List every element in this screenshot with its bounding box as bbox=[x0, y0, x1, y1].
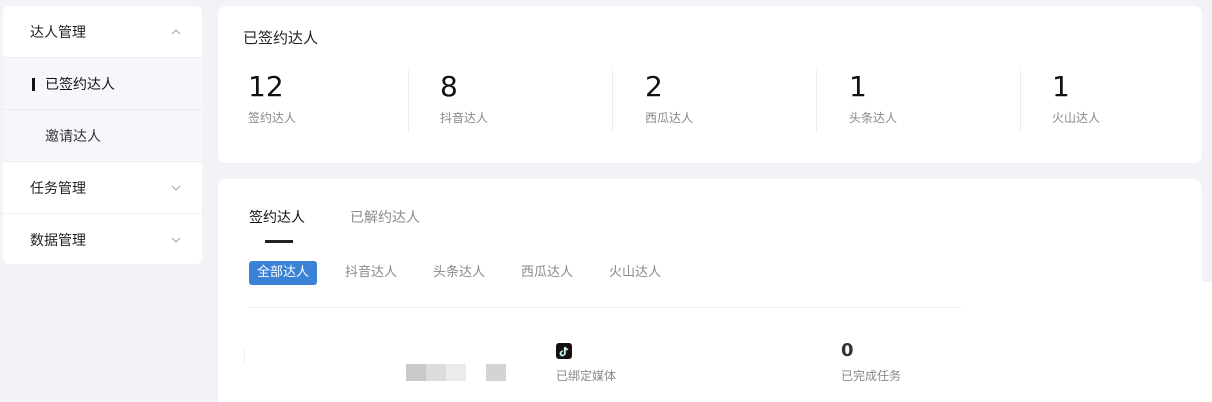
tab-signed-talent[interactable]: 签约达人 bbox=[249, 207, 305, 227]
completed-tasks-value: 0 bbox=[841, 340, 854, 361]
bound-media-label: 已绑定媒体 bbox=[556, 369, 617, 383]
filter-toutiao-talent[interactable]: 头条达人 bbox=[425, 261, 493, 285]
stat-value: 8 bbox=[440, 70, 458, 103]
stat-label: 西瓜达人 bbox=[645, 111, 694, 125]
sidebar-group-task-management[interactable]: 任务管理 bbox=[3, 162, 202, 214]
divider bbox=[612, 70, 613, 132]
stat-label: 火山达人 bbox=[1052, 111, 1101, 125]
stat-value: 12 bbox=[248, 70, 284, 103]
stat-toutiao: 1 头条达人 bbox=[849, 70, 897, 132]
stat-signed: 12 签约达人 bbox=[248, 70, 296, 132]
filter-douyin-talent[interactable]: 抖音达人 bbox=[337, 261, 405, 285]
active-indicator bbox=[32, 78, 35, 91]
chevron-down-icon bbox=[170, 182, 182, 194]
chevron-up-icon bbox=[170, 26, 182, 38]
active-tab-underline bbox=[265, 240, 293, 243]
sidebar-group-label: 数据管理 bbox=[30, 233, 86, 249]
stat-label: 头条达人 bbox=[849, 111, 898, 125]
stat-value: 2 bbox=[645, 70, 663, 103]
avatar bbox=[244, 347, 250, 365]
sidebar-item-label: 邀请达人 bbox=[45, 128, 101, 145]
stat-value: 1 bbox=[1052, 70, 1070, 103]
divider bbox=[816, 70, 817, 132]
sidebar: 达人管理 已签约达人 邀请达人 任务管理 数据管理 bbox=[3, 6, 202, 264]
content-overlay bbox=[1160, 282, 1212, 402]
filter-huoshan-talent[interactable]: 火山达人 bbox=[601, 261, 669, 285]
stat-xigua: 2 西瓜达人 bbox=[645, 70, 693, 132]
talent-list-card: 签约达人 已解约达人 全部达人 抖音达人 头条达人 西瓜达人 火山达人 已绑定媒… bbox=[218, 179, 1202, 402]
divider bbox=[408, 70, 409, 132]
filter-all-talent[interactable]: 全部达人 bbox=[249, 261, 318, 285]
stat-value: 1 bbox=[849, 70, 867, 103]
filter-xigua-talent[interactable]: 西瓜达人 bbox=[513, 261, 581, 285]
chevron-down-icon bbox=[170, 234, 182, 246]
stats-card: 已签约达人 12 签约达人 8 抖音达人 2 西瓜达人 1 头条达人 1 火山达… bbox=[218, 6, 1202, 163]
talent-name-redacted bbox=[406, 364, 466, 381]
stat-label: 签约达人 bbox=[248, 111, 297, 125]
sidebar-item-label: 已签约达人 bbox=[45, 76, 115, 93]
sidebar-group-label: 任务管理 bbox=[30, 180, 86, 197]
stats-title: 已签约达人 bbox=[243, 29, 319, 47]
stat-douyin: 8 抖音达人 bbox=[440, 70, 488, 132]
sidebar-item-signed-talent[interactable]: 已签约达人 bbox=[3, 58, 202, 110]
sidebar-group-data-management[interactable]: 数据管理 bbox=[3, 214, 202, 264]
tab-terminated-talent[interactable]: 已解约达人 bbox=[350, 207, 420, 227]
completed-tasks-label: 已完成任务 bbox=[841, 369, 902, 383]
divider bbox=[248, 307, 962, 308]
talent-id-redacted bbox=[486, 364, 506, 381]
stat-label: 抖音达人 bbox=[440, 111, 489, 125]
tiktok-icon bbox=[556, 343, 572, 359]
sidebar-group-talent-management[interactable]: 达人管理 bbox=[3, 6, 202, 58]
sidebar-item-invite-talent[interactable]: 邀请达人 bbox=[3, 110, 202, 162]
sidebar-group-label: 达人管理 bbox=[30, 24, 86, 41]
divider bbox=[1020, 70, 1021, 132]
stat-huoshan: 1 火山达人 bbox=[1052, 70, 1100, 132]
